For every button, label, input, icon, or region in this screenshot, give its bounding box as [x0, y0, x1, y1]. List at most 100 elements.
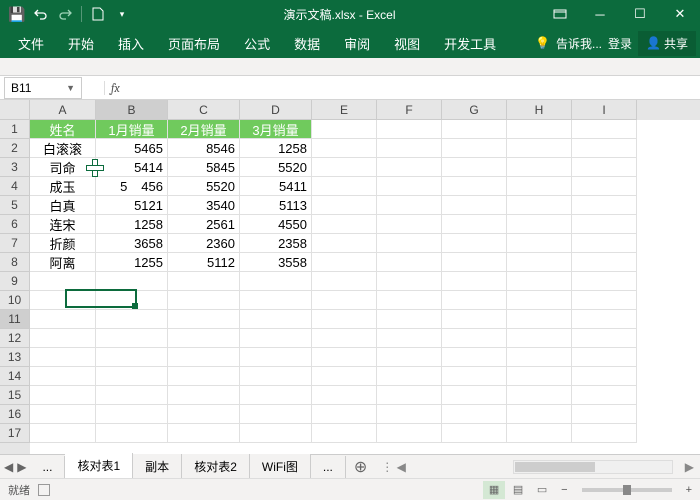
tab-developer[interactable]: 开发工具 [432, 28, 508, 59]
close-icon[interactable]: ✕ [660, 0, 700, 28]
cell-B10[interactable] [96, 291, 168, 310]
row-header-1[interactable]: 1 [0, 120, 30, 139]
cell-D9[interactable] [240, 272, 312, 291]
cell-C4[interactable]: 5520 [168, 177, 240, 196]
cell-B16[interactable] [96, 405, 168, 424]
cell-E13[interactable] [312, 348, 377, 367]
new-file-icon[interactable] [87, 3, 109, 25]
cell-H1[interactable] [507, 120, 572, 139]
col-header-A[interactable]: A [30, 100, 96, 120]
cell-D4[interactable]: 5411 [240, 177, 312, 196]
cell-C8[interactable]: 5112 [168, 253, 240, 272]
tab-home[interactable]: 开始 [56, 28, 106, 59]
cell-H16[interactable] [507, 405, 572, 424]
row-header-17[interactable]: 17 [0, 424, 30, 443]
cell-I8[interactable] [572, 253, 637, 272]
maximize-icon[interactable]: ☐ [620, 0, 660, 28]
sheet-nav-prev-icon[interactable]: ◀ [4, 460, 13, 474]
cell-B5[interactable]: 5121 [96, 196, 168, 215]
row-header-11[interactable]: 11 [0, 310, 30, 329]
row-header-3[interactable]: 3 [0, 158, 30, 177]
cell-A11[interactable] [30, 310, 96, 329]
col-header-C[interactable]: C [168, 100, 240, 120]
cell-F11[interactable] [377, 310, 442, 329]
cell-H2[interactable] [507, 139, 572, 158]
sheet-tab-ellipsis2[interactable]: ... [311, 456, 346, 478]
cell-H17[interactable] [507, 424, 572, 443]
cell-C14[interactable] [168, 367, 240, 386]
cell-I10[interactable] [572, 291, 637, 310]
row-header-12[interactable]: 12 [0, 329, 30, 348]
row-header-6[interactable]: 6 [0, 215, 30, 234]
cell-E15[interactable] [312, 386, 377, 405]
cell-A17[interactable] [30, 424, 96, 443]
cell-E5[interactable] [312, 196, 377, 215]
cell-E17[interactable] [312, 424, 377, 443]
grid[interactable]: 姓名1月销量2月销量3月销量白滚滚546585461258司命541458455… [30, 120, 700, 454]
cell-G1[interactable] [442, 120, 507, 139]
cell-H9[interactable] [507, 272, 572, 291]
cell-D7[interactable]: 2358 [240, 234, 312, 253]
cell-G14[interactable] [442, 367, 507, 386]
cell-H14[interactable] [507, 367, 572, 386]
cell-B2[interactable]: 5465 [96, 139, 168, 158]
share-button[interactable]: 👤 共享 [638, 31, 696, 56]
cell-A12[interactable] [30, 329, 96, 348]
cell-B1[interactable]: 1月销量 [96, 120, 168, 139]
cell-H12[interactable] [507, 329, 572, 348]
save-icon[interactable]: 💾 [6, 3, 28, 25]
cell-H8[interactable] [507, 253, 572, 272]
cell-G2[interactable] [442, 139, 507, 158]
row-header-7[interactable]: 7 [0, 234, 30, 253]
tab-view[interactable]: 视图 [382, 28, 432, 59]
zoom-in-icon[interactable]: + [686, 484, 692, 496]
cell-F9[interactable] [377, 272, 442, 291]
cell-B4[interactable]: 5456 [96, 177, 168, 196]
cell-G7[interactable] [442, 234, 507, 253]
tab-formulas[interactable]: 公式 [232, 28, 282, 59]
sheet-nav-next-icon[interactable]: ▶ [17, 460, 26, 474]
cell-C10[interactable] [168, 291, 240, 310]
cell-E9[interactable] [312, 272, 377, 291]
row-header-15[interactable]: 15 [0, 386, 30, 405]
formula-bar[interactable] [126, 77, 700, 99]
cell-I11[interactable] [572, 310, 637, 329]
cell-F17[interactable] [377, 424, 442, 443]
col-header-E[interactable]: E [312, 100, 377, 120]
name-box[interactable]: B11 ▼ [4, 77, 82, 99]
cell-A6[interactable]: 连宋 [30, 215, 96, 234]
cell-D6[interactable]: 4550 [240, 215, 312, 234]
cell-D5[interactable]: 5113 [240, 196, 312, 215]
cell-E8[interactable] [312, 253, 377, 272]
cell-C11[interactable] [168, 310, 240, 329]
cell-G16[interactable] [442, 405, 507, 424]
tell-me[interactable]: 告诉我... [556, 35, 602, 52]
cell-A3[interactable]: 司命 [30, 158, 96, 177]
add-sheet-icon[interactable]: ⊕ [346, 457, 375, 477]
cell-E12[interactable] [312, 329, 377, 348]
cell-I4[interactable] [572, 177, 637, 196]
minimize-icon[interactable]: ─ [580, 0, 620, 28]
row-header-4[interactable]: 4 [0, 177, 30, 196]
cell-F14[interactable] [377, 367, 442, 386]
cell-I17[interactable] [572, 424, 637, 443]
cell-C16[interactable] [168, 405, 240, 424]
cell-C13[interactable] [168, 348, 240, 367]
cell-B11[interactable] [96, 310, 168, 329]
name-box-dropdown-icon[interactable]: ▼ [66, 83, 75, 93]
cell-A1[interactable]: 姓名 [30, 120, 96, 139]
cell-B8[interactable]: 1255 [96, 253, 168, 272]
qat-customize-icon[interactable]: ▾ [111, 3, 133, 25]
cell-H6[interactable] [507, 215, 572, 234]
cell-H3[interactable] [507, 158, 572, 177]
row-header-8[interactable]: 8 [0, 253, 30, 272]
cell-A7[interactable]: 折颜 [30, 234, 96, 253]
cell-D8[interactable]: 3558 [240, 253, 312, 272]
cell-F1[interactable] [377, 120, 442, 139]
cell-F7[interactable] [377, 234, 442, 253]
cell-I3[interactable] [572, 158, 637, 177]
cell-B14[interactable] [96, 367, 168, 386]
cell-B17[interactable] [96, 424, 168, 443]
cell-G9[interactable] [442, 272, 507, 291]
tab-file[interactable]: 文件 [6, 28, 56, 59]
